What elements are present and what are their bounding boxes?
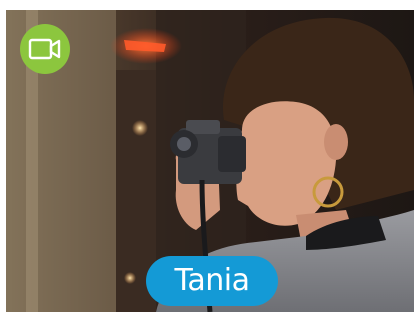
video-camera-icon <box>28 38 61 60</box>
video-tile[interactable]: Tania <box>6 10 414 312</box>
participant-name-label: Tania <box>146 256 278 306</box>
video-camera-badge[interactable] <box>20 24 70 74</box>
